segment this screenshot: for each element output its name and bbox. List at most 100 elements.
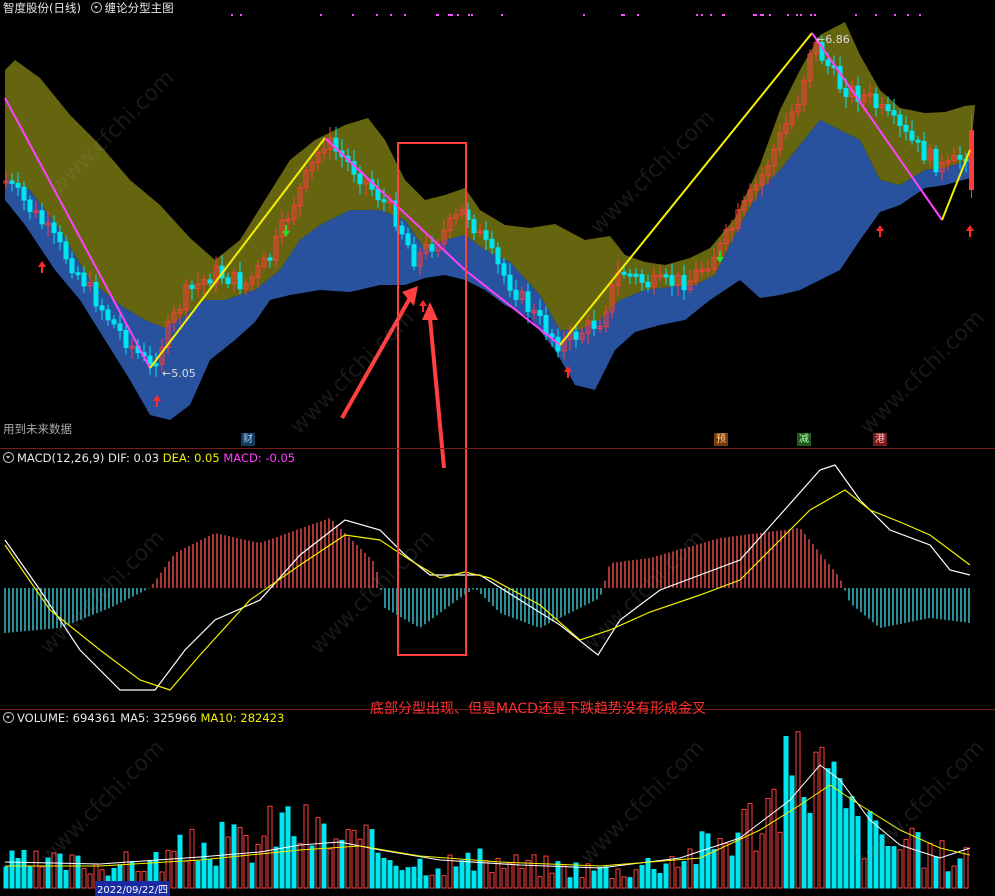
dropdown-circle-icon[interactable]	[90, 2, 102, 13]
top-dot	[623, 14, 625, 16]
candle-body	[93, 281, 99, 307]
volume-bar	[957, 858, 963, 889]
candle-body	[489, 238, 495, 249]
volume-bar	[837, 778, 843, 889]
volume-bar	[87, 873, 93, 889]
volume-bar	[705, 833, 711, 889]
volume-bar	[783, 736, 789, 889]
indicator-name[interactable]: 缠论分型主图	[105, 1, 174, 15]
volume-bar	[471, 870, 477, 889]
candle-body	[513, 289, 519, 300]
candle-body	[75, 272, 81, 276]
volume-title[interactable]: VOLUME: 694361	[17, 711, 117, 725]
top-dot	[919, 14, 921, 16]
candle-body	[663, 274, 669, 278]
candle-body	[537, 310, 543, 317]
volume-bar	[561, 864, 567, 889]
volume-bar	[627, 877, 633, 889]
volume-bar	[63, 869, 69, 889]
volume-bar	[921, 867, 927, 889]
candle-body	[471, 218, 477, 234]
macd-menu-icon[interactable]	[3, 452, 14, 463]
volume-bar	[207, 858, 213, 889]
volume-bar	[507, 862, 513, 889]
volume-bar	[795, 731, 801, 889]
volume-bar	[501, 867, 507, 889]
volume-bar	[453, 866, 459, 889]
candle-body	[843, 88, 849, 97]
top-dot	[800, 14, 802, 16]
candle-body	[627, 273, 633, 277]
volume-bar	[381, 857, 387, 889]
volume-bar	[645, 857, 651, 889]
macd-value: MACD: -0.05	[223, 451, 296, 465]
top-dot	[755, 14, 757, 16]
candle-body	[237, 272, 243, 290]
volume-bar	[3, 866, 9, 889]
candle-body	[189, 284, 195, 290]
candle-body	[429, 244, 435, 252]
candle-body	[381, 199, 387, 203]
volume-bar	[609, 877, 615, 889]
volume-menu-icon[interactable]	[3, 712, 14, 723]
candle-body	[69, 258, 75, 274]
volume-bar	[747, 802, 753, 889]
volume-bar	[429, 874, 435, 889]
candle-body	[153, 363, 159, 367]
volume-bar	[225, 836, 231, 889]
volume-bar	[741, 808, 747, 889]
volume-bar	[915, 832, 921, 889]
up-arrow-icon	[38, 261, 46, 273]
candle-body	[9, 180, 15, 184]
volume-bar	[411, 866, 417, 889]
volume-bar	[273, 846, 279, 889]
volume-bar	[459, 860, 465, 889]
volume-bar	[777, 831, 783, 889]
volume-bar	[519, 867, 525, 889]
volume-ma5: MA5: 325966	[120, 711, 197, 725]
top-dot	[810, 14, 812, 16]
marker-jian: 减	[797, 433, 811, 446]
volume-bar	[615, 868, 621, 889]
candle-body	[267, 257, 273, 261]
volume-bar	[201, 842, 207, 889]
candle-body	[933, 148, 939, 173]
volume-bar	[465, 852, 471, 889]
top-dot	[762, 14, 764, 16]
candle-body	[375, 188, 381, 201]
volume-bar	[213, 865, 219, 889]
volume-bar	[321, 823, 327, 889]
candle-body	[411, 244, 417, 267]
volume-header: VOLUME: 694361 MA5: 325966 MA10: 282423	[3, 711, 284, 725]
volume-bar	[801, 797, 807, 889]
stock-name[interactable]: 智度股份(日线)	[3, 1, 81, 15]
candle-body	[681, 275, 687, 291]
volume-bar	[663, 863, 669, 889]
volume-bar	[849, 796, 855, 889]
top-dot	[404, 14, 406, 16]
candle-body	[357, 173, 363, 185]
volume-bar	[621, 876, 627, 889]
annotation-arrowhead	[402, 286, 418, 306]
volume-bar	[249, 862, 255, 889]
volume-bar	[351, 829, 357, 889]
volume-bar	[567, 877, 573, 889]
volume-ma10: MA10: 282423	[200, 711, 285, 725]
top-dot	[769, 14, 771, 16]
candle-body	[483, 230, 489, 240]
top-dot	[450, 14, 452, 16]
macd-title[interactable]: MACD(12,26,9)	[17, 451, 104, 465]
top-dot	[457, 14, 459, 16]
volume-bar	[75, 855, 81, 889]
volume-bar	[423, 875, 429, 889]
volume-bar	[495, 858, 501, 889]
volume-bar	[543, 855, 549, 889]
volume-bar	[27, 865, 33, 889]
top-dot	[352, 14, 354, 16]
candle-body	[639, 274, 645, 283]
candle-body	[525, 291, 531, 312]
volume-bar	[819, 746, 825, 889]
candle-body	[21, 186, 27, 201]
volume-bar	[729, 855, 735, 889]
volume-bar	[303, 804, 309, 889]
